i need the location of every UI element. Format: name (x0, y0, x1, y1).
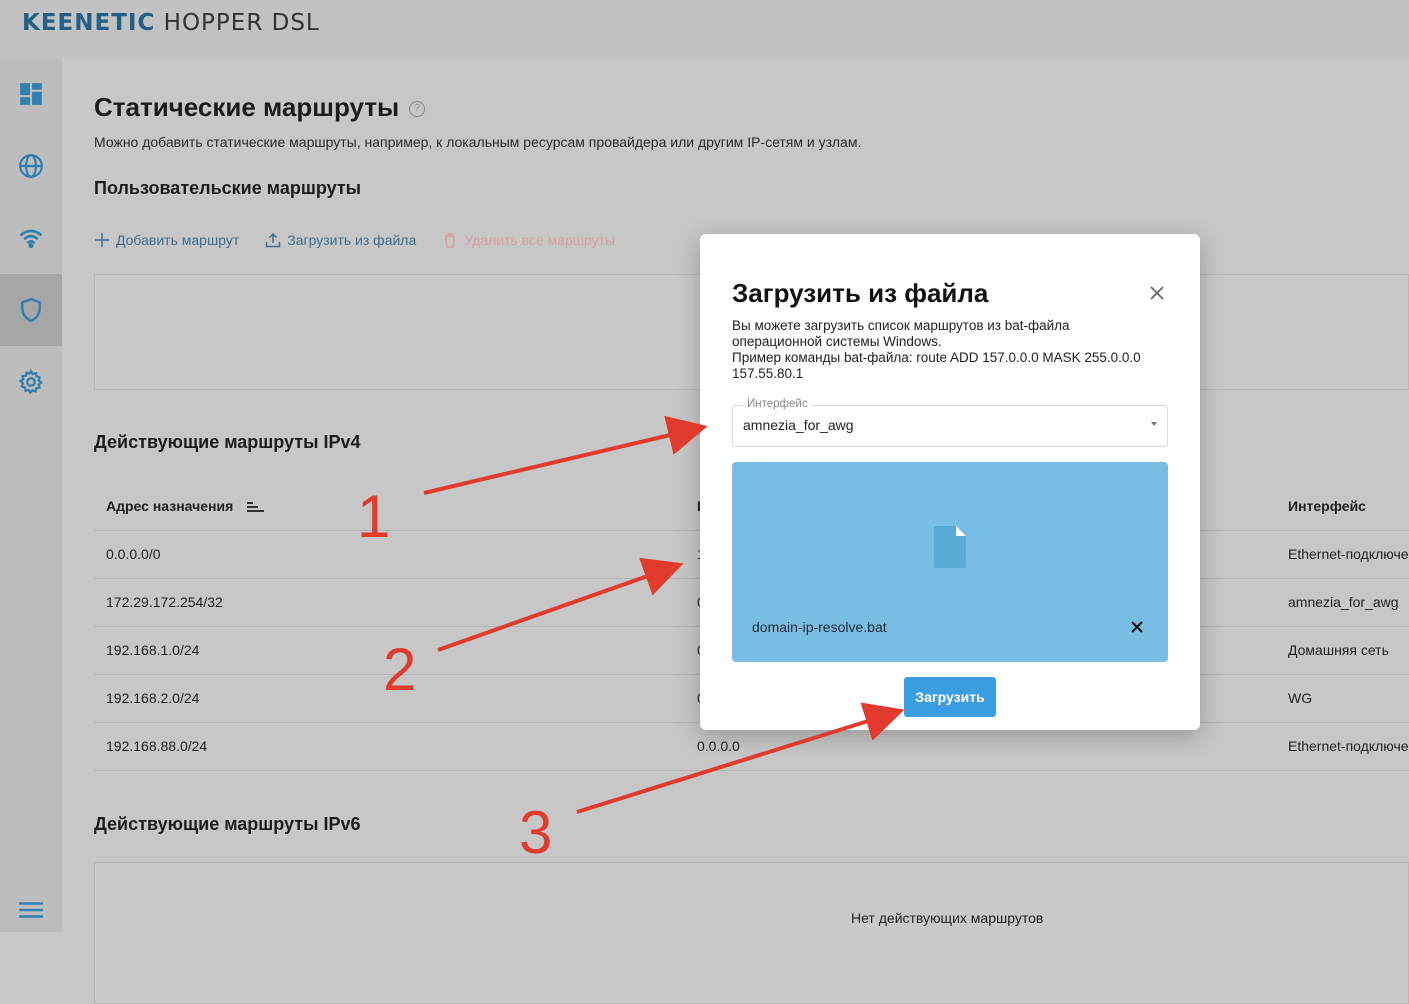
file-icon (934, 526, 966, 568)
file-dropzone[interactable]: domain-ip-resolve.bat (732, 462, 1168, 662)
interface-select-value: amnezia_for_awg (743, 417, 854, 433)
selected-file-name: domain-ip-resolve.bat (752, 619, 887, 635)
remove-file-icon[interactable] (1130, 620, 1144, 634)
upload-button[interactable]: Загрузить (904, 677, 996, 717)
dialog-description-line: 157.55.80.1 (732, 366, 804, 381)
close-icon[interactable] (1148, 284, 1166, 302)
dialog-description-line: операционной системы Windows. (732, 334, 942, 349)
dialog-description-line: Пример команды bat-файла: route ADD 157.… (732, 350, 1141, 365)
dialog-description-line: Вы можете загрузить список маршрутов из … (732, 318, 1070, 333)
annotation-label-2: 2 (383, 636, 417, 703)
annotation-label-1: 1 (357, 483, 391, 550)
interface-select[interactable]: Интерфейс amnezia_for_awg (732, 398, 1168, 447)
chevron-down-icon (1151, 422, 1157, 426)
upload-from-file-dialog: Загрузить из файла Вы можете загрузить с… (700, 234, 1200, 730)
dialog-description: Вы можете загрузить список маршрутов из … (732, 318, 1172, 382)
modal-overlay: Загрузить из файла Вы можете загрузить с… (0, 0, 1409, 932)
annotation-label-3: 3 (519, 799, 553, 866)
dialog-title: Загрузить из файла (732, 278, 989, 308)
interface-select-label: Интерфейс (743, 398, 812, 410)
